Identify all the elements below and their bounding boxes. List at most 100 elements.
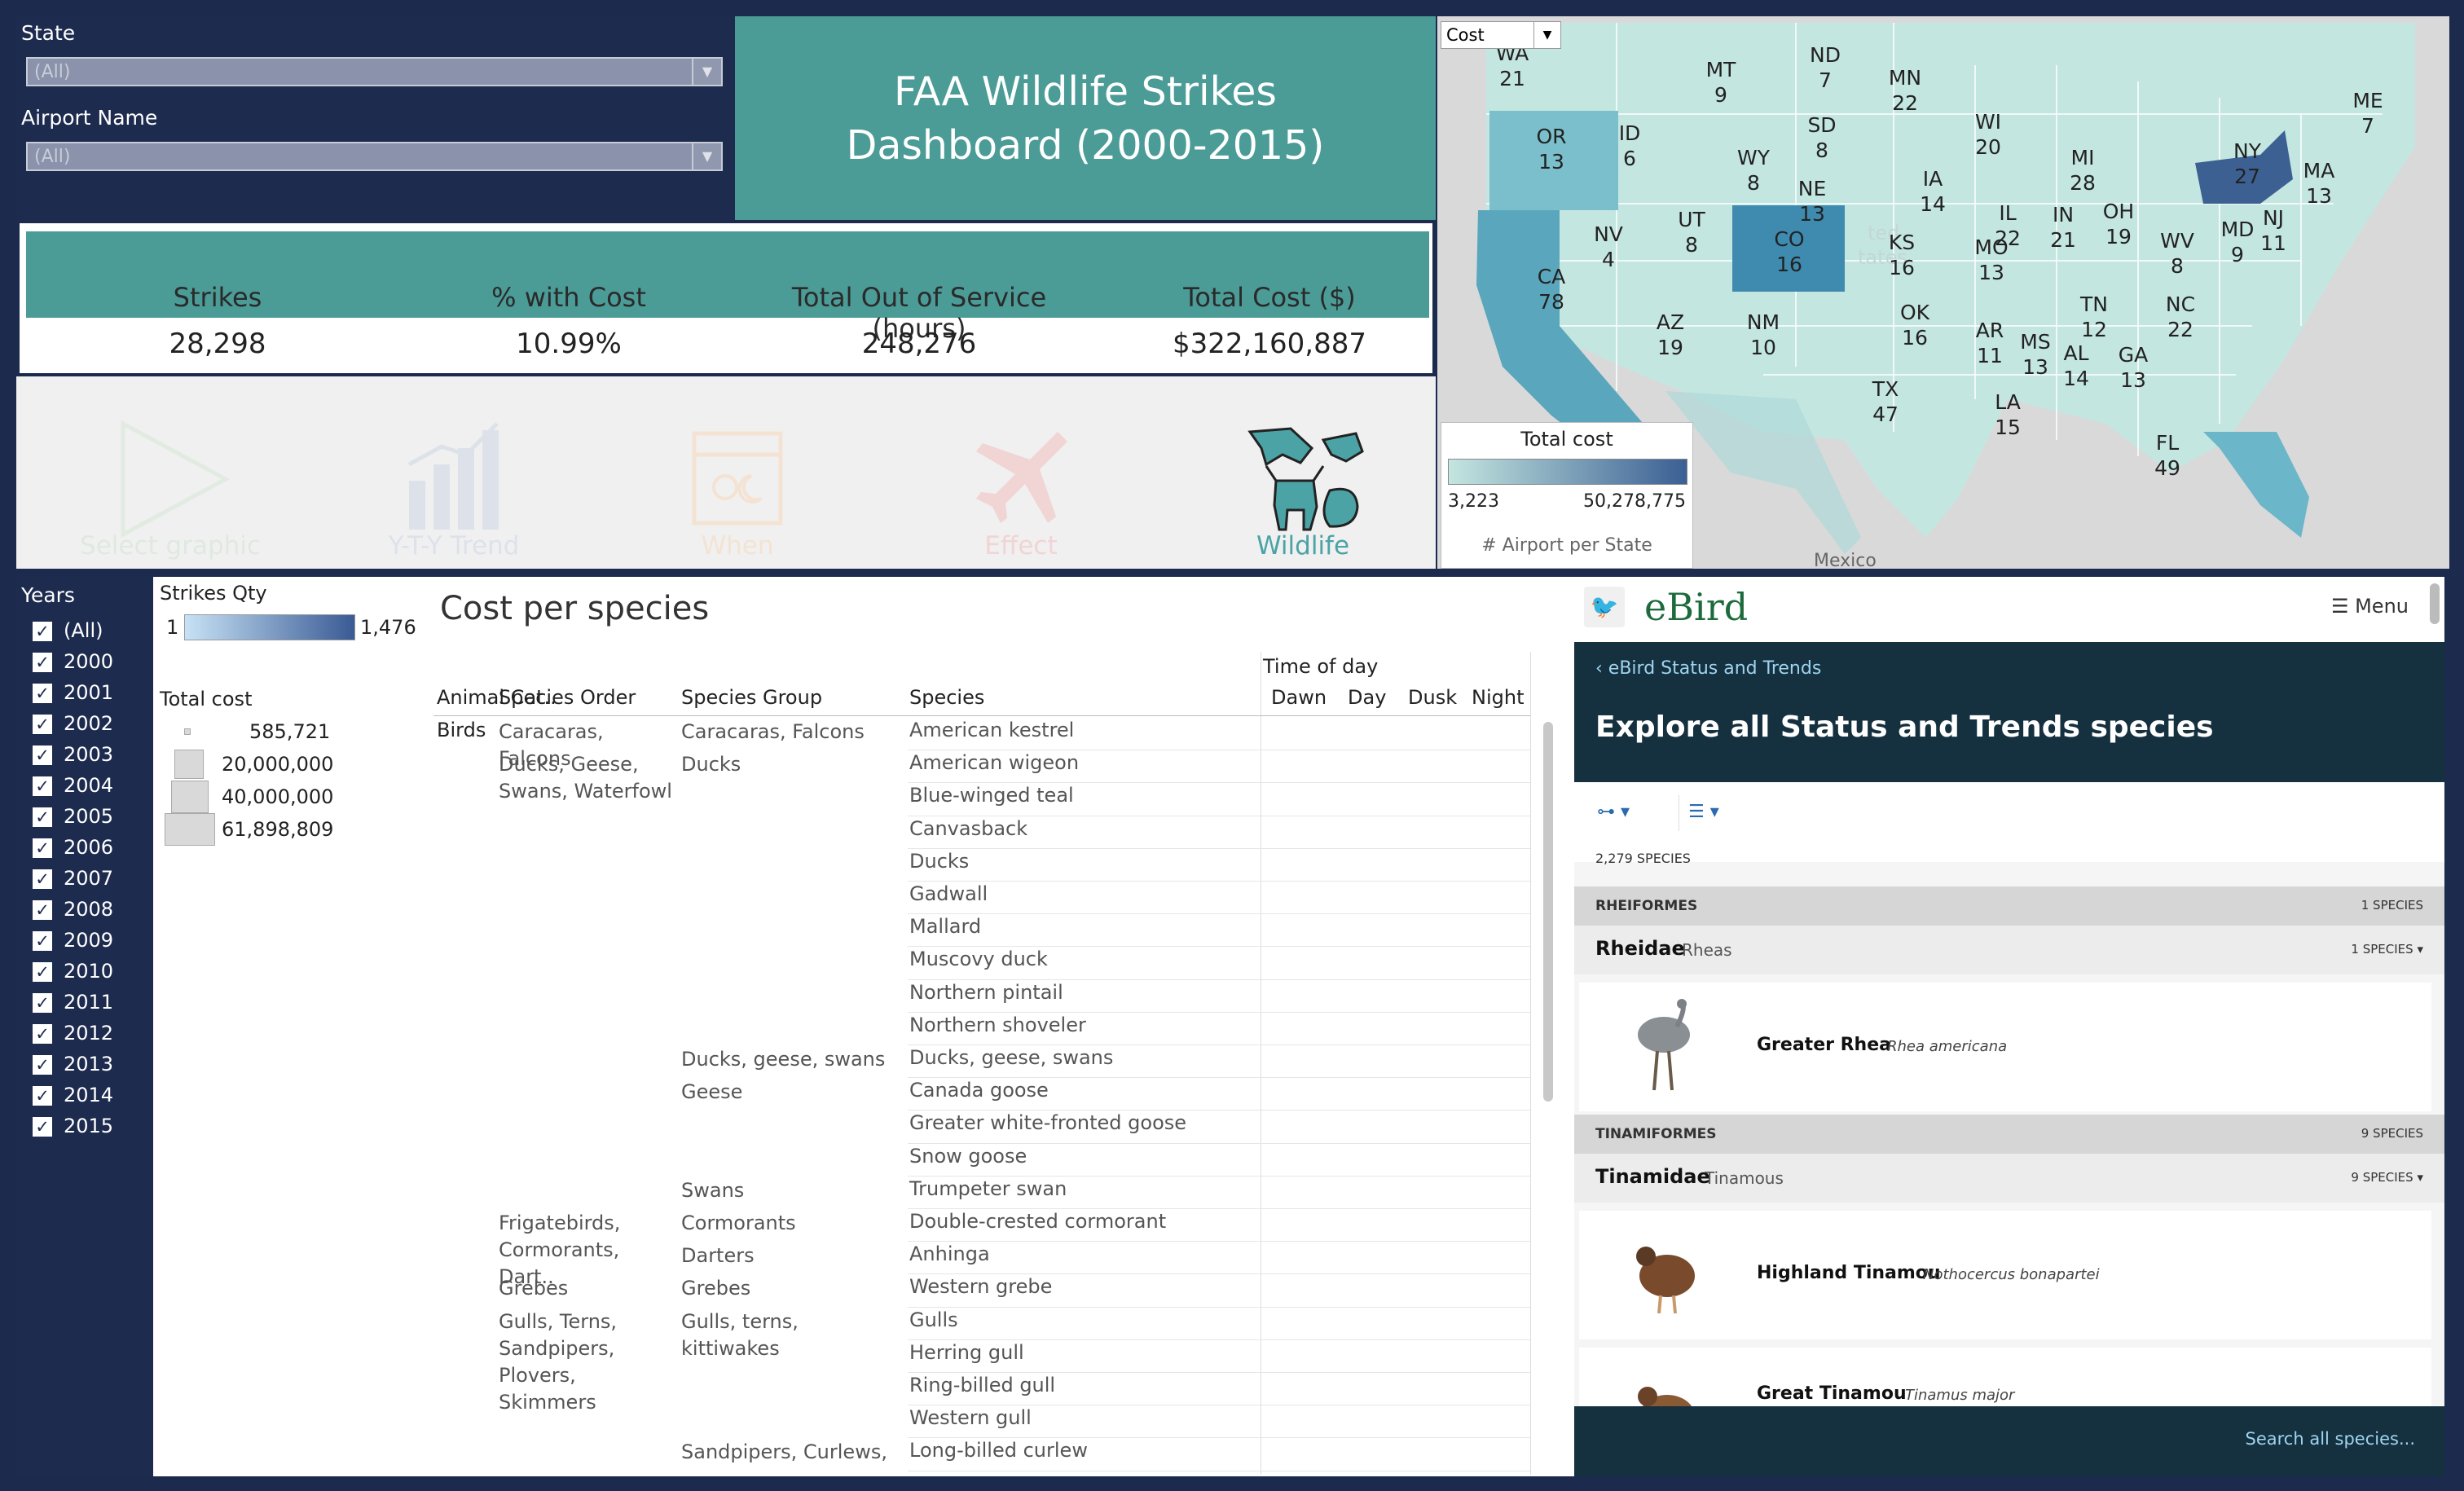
checkbox-checked-icon[interactable]: ✓ (33, 622, 52, 641)
map-state-or[interactable]: OR 13 (1527, 124, 1576, 174)
checkbox-checked-icon[interactable]: ✓ (33, 684, 52, 703)
column-header[interactable]: Species Group (681, 686, 822, 709)
map-measure-dropdown[interactable]: Cost ▼ (1441, 21, 1561, 49)
map-state-nj[interactable]: NJ 11 (2249, 205, 2298, 256)
when-button[interactable]: When (603, 416, 872, 570)
select-graphic-button[interactable]: Select graphic (36, 416, 305, 570)
column-header[interactable]: Dawn (1271, 686, 1327, 709)
year-checkbox-item[interactable]: ✓ 2011 (33, 991, 113, 1015)
map-state-tx[interactable]: TX 47 (1861, 376, 1910, 427)
year-checkbox-item[interactable]: ✓ 2003 (33, 743, 113, 767)
checkbox-checked-icon[interactable]: ✓ (33, 962, 52, 982)
map-state-in[interactable]: IN 21 (2039, 202, 2088, 253)
map-state-wy[interactable]: WY 8 (1729, 145, 1778, 196)
species-species-cell[interactable]: Ducks, geese, swans (909, 1046, 1252, 1069)
year-checkbox-item[interactable]: ✓ 2015 (33, 1115, 113, 1139)
year-checkbox-item[interactable]: ✓ 2007 (33, 867, 113, 891)
year-checkbox-item[interactable]: ✓ 2014 (33, 1084, 113, 1108)
year-checkbox-item[interactable]: ✓ (All) (33, 619, 103, 644)
map-state-mn[interactable]: MN 22 (1881, 65, 1929, 116)
map-state-ar[interactable]: AR 11 (1965, 318, 2014, 368)
map-state-wi[interactable]: WI 20 (1964, 109, 2013, 160)
family-count-dropdown[interactable]: 1 SPECIES ▾ (2351, 942, 2423, 957)
map-state-la[interactable]: LA 15 (1983, 389, 2032, 440)
search-all-species-link[interactable]: Search all species... (2246, 1429, 2416, 1449)
species-species-cell[interactable]: Trumpeter swan (909, 1177, 1252, 1200)
species-species-cell[interactable]: Canada goose (909, 1079, 1252, 1102)
species-species-cell[interactable]: Mallard (909, 915, 1252, 938)
map-state-sd[interactable]: SD 8 (1797, 112, 1846, 163)
checkbox-checked-icon[interactable]: ✓ (33, 776, 52, 796)
species-species-cell[interactable]: Blue-winged teal (909, 784, 1252, 807)
species-species-cell[interactable]: Ducks (909, 850, 1252, 873)
year-checkbox-item[interactable]: ✓ 2000 (33, 650, 113, 675)
year-checkbox-item[interactable]: ✓ 2002 (33, 712, 113, 737)
table-scrollbar[interactable] (1543, 722, 1553, 1102)
checkbox-checked-icon[interactable]: ✓ (33, 715, 52, 734)
map-state-ks[interactable]: KS 16 (1877, 230, 1926, 280)
map-state-ma[interactable]: MA 13 (2295, 158, 2343, 209)
species-species-cell[interactable]: Gadwall (909, 882, 1252, 905)
ebird-menu-button[interactable]: ☰ Menu (2331, 595, 2409, 618)
map-state-fl[interactable]: FL 49 (2143, 430, 2192, 481)
year-checkbox-item[interactable]: ✓ 2001 (33, 681, 113, 706)
checkbox-checked-icon[interactable]: ✓ (33, 993, 52, 1013)
year-checkbox-item[interactable]: ✓ 2012 (33, 1022, 113, 1046)
checkbox-checked-icon[interactable]: ✓ (33, 931, 52, 951)
wildlife-button[interactable]: Wildlife (1168, 416, 1437, 570)
checkbox-checked-icon[interactable]: ✓ (33, 1117, 52, 1137)
map-state-az[interactable]: AZ 19 (1646, 310, 1695, 360)
chevron-down-icon[interactable]: ▼ (692, 59, 721, 85)
map-state-me[interactable]: ME 7 (2343, 88, 2392, 139)
yty-trend-button[interactable]: Y-T-Y Trend (319, 416, 588, 570)
checkbox-checked-icon[interactable]: ✓ (33, 1055, 52, 1075)
map-state-wv[interactable]: WV 8 (2153, 228, 2202, 279)
species-species-cell[interactable]: Muscovy duck (909, 948, 1252, 970)
species-species-cell[interactable]: Herring gull (909, 1341, 1252, 1364)
family-row[interactable]: Tinamidae Tinamous 9 SPECIES ▾ (1574, 1154, 2444, 1203)
checkbox-checked-icon[interactable]: ✓ (33, 746, 52, 765)
state-filter-dropdown[interactable]: (All) ▼ (26, 57, 723, 86)
species-species-cell[interactable]: American wigeon (909, 751, 1252, 774)
species-species-cell[interactable]: Ring-billed gull (909, 1374, 1252, 1396)
map-state-nm[interactable]: NM 10 (1739, 310, 1788, 360)
year-checkbox-item[interactable]: ✓ 2005 (33, 805, 113, 829)
checkbox-checked-icon[interactable]: ✓ (33, 838, 52, 858)
family-count-dropdown[interactable]: 9 SPECIES ▾ (2351, 1170, 2423, 1185)
species-card[interactable]: Highland Tinamou Nothocercus bonapartei (1579, 1211, 2431, 1339)
year-checkbox-item[interactable]: ✓ 2008 (33, 898, 113, 922)
effect-button[interactable]: Effect (887, 416, 1155, 570)
column-header[interactable]: Species Order (499, 686, 636, 709)
map-state-nc[interactable]: NC 22 (2156, 292, 2205, 342)
map-state-nv[interactable]: NV 4 (1584, 222, 1633, 272)
species-species-cell[interactable]: Western grebe (909, 1275, 1252, 1298)
year-checkbox-item[interactable]: ✓ 2004 (33, 774, 113, 798)
species-species-cell[interactable]: Gulls (909, 1308, 1252, 1331)
species-species-cell[interactable]: Greater white-fronted goose (909, 1111, 1252, 1134)
map-state-al[interactable]: AL 14 (2052, 341, 2101, 391)
ebird-back-link[interactable]: ‹ eBird Status and Trends (1595, 658, 1821, 679)
checkbox-checked-icon[interactable]: ✓ (33, 900, 52, 920)
chevron-down-icon[interactable]: ▼ (692, 143, 721, 169)
column-header[interactable]: Species (909, 686, 984, 709)
year-checkbox-item[interactable]: ✓ 2013 (33, 1053, 113, 1077)
checkbox-checked-icon[interactable]: ✓ (33, 1024, 52, 1044)
species-species-cell[interactable]: Anhinga (909, 1242, 1252, 1265)
map-state-ok[interactable]: OK 16 (1890, 300, 1939, 350)
column-header[interactable]: Day (1348, 686, 1386, 709)
map-state-mt[interactable]: MT 9 (1696, 57, 1745, 108)
species-card[interactable]: Greater Rhea Rhea americana (1579, 983, 2431, 1111)
map-state-oh[interactable]: OH 19 (2094, 199, 2143, 249)
year-checkbox-item[interactable]: ✓ 2010 (33, 960, 113, 984)
taxonomy-sort-button[interactable]: ⊶ ▾ (1597, 802, 1630, 822)
map-state-ny[interactable]: NY 27 (2223, 139, 2272, 189)
map-state-nd[interactable]: ND 7 (1801, 42, 1850, 93)
year-checkbox-item[interactable]: ✓ 2009 (33, 929, 113, 953)
species-species-cell[interactable]: Snow goose (909, 1145, 1252, 1168)
species-species-cell[interactable]: Long-billed curlew (909, 1439, 1252, 1462)
filter-button[interactable]: ☰ ▾ (1688, 802, 1719, 822)
column-header[interactable]: Night (1472, 686, 1524, 709)
species-species-cell[interactable]: Northern shoveler (909, 1014, 1252, 1036)
map-state-id[interactable]: ID 6 (1605, 121, 1654, 171)
chevron-down-icon[interactable]: ▼ (1533, 22, 1560, 48)
